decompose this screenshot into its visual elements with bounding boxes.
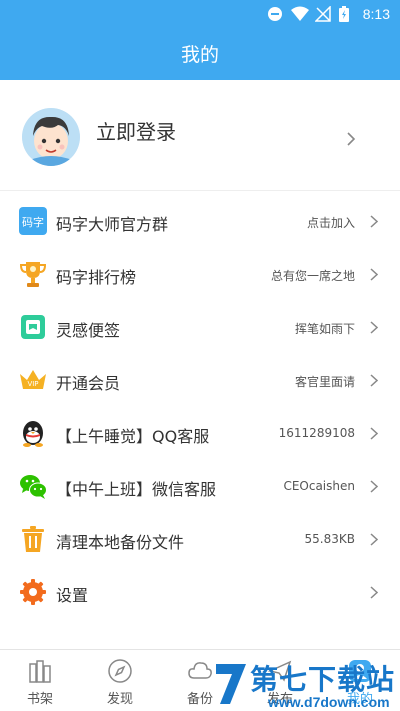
settings-menu: 码字 码字大师官方群 点击加入 码字排行榜 总有您一席之地 灵感便签 挥笔如雨下… <box>0 195 400 619</box>
svg-text:VIP: VIP <box>27 380 38 388</box>
menu-label: 【中午上班】微信客服 <box>56 480 217 499</box>
watermark-url: www.d7down.com <box>268 694 390 710</box>
vip-crown-icon: VIP <box>18 365 48 395</box>
menu-value: 1611289108 <box>278 426 355 440</box>
app-header: 8:13 我的 <box>0 0 400 80</box>
chevron-right-icon <box>370 268 378 281</box>
menu-label: 设置 <box>56 586 89 605</box>
svg-text:码字: 码字 <box>22 215 44 229</box>
menu-label: 码字大师官方群 <box>56 215 169 234</box>
tab-label: 发现 <box>106 692 133 707</box>
divider <box>0 190 400 191</box>
chevron-right-icon <box>370 321 378 334</box>
chevron-right-icon <box>346 132 356 146</box>
tab-discover[interactable]: 发现 <box>95 658 145 707</box>
menu-item-settings[interactable]: 设置 <box>0 566 400 619</box>
menu-label: 清理本地备份文件 <box>56 533 185 552</box>
menu-item-clear-backup[interactable]: 清理本地备份文件 55.83KB <box>0 513 400 566</box>
chevron-right-icon <box>370 215 378 228</box>
bookshelf-icon <box>27 658 53 684</box>
avatar[interactable] <box>22 108 80 166</box>
compass-icon <box>107 658 133 684</box>
status-time: 8:13 <box>362 6 390 22</box>
menu-item-inspiration-notes[interactable]: 灵感便签 挥笔如雨下 <box>0 301 400 354</box>
tab-bookshelf[interactable]: 书架 <box>15 658 65 707</box>
menu-value: 总有您一席之地 <box>270 269 355 283</box>
menu-item-qq-support[interactable]: 【上午睡觉】QQ客服 1611289108 <box>0 407 400 460</box>
wechat-icon <box>18 471 48 501</box>
watermark-title: 第七下载站 <box>250 663 396 696</box>
menu-value: 点击加入 <box>306 216 355 230</box>
minus-circle-icon <box>267 6 283 22</box>
wifi-icon <box>290 6 309 22</box>
menu-item-vip[interactable]: VIP 开通会员 客官里面请 <box>0 354 400 407</box>
menu-label: 码字排行榜 <box>56 268 137 287</box>
chevron-right-icon <box>370 586 378 599</box>
status-bar: 8:13 <box>267 4 390 24</box>
settings-icon <box>18 577 48 607</box>
menu-item-official-group[interactable]: 码字 码字大师官方群 点击加入 <box>0 195 400 248</box>
trophy-icon <box>18 259 48 289</box>
qq-icon <box>18 418 48 448</box>
battery-icon <box>338 6 355 22</box>
chevron-right-icon <box>370 480 378 493</box>
trash-icon <box>18 524 48 554</box>
menu-value: 挥笔如雨下 <box>294 322 355 336</box>
menu-value: CEOcaishen <box>283 479 355 493</box>
chevron-right-icon <box>370 374 378 387</box>
group-icon: 码字 <box>18 206 48 236</box>
menu-item-wechat-support[interactable]: 【中午上班】微信客服 CEOcaishen <box>0 460 400 513</box>
chevron-right-icon <box>370 427 378 440</box>
menu-label: 【上午睡觉】QQ客服 <box>56 427 210 446</box>
watermark: 第七下载站 www.d7down.com <box>210 654 400 711</box>
page-title: 我的 <box>180 44 219 66</box>
tab-label: 书架 <box>26 692 53 707</box>
chevron-right-icon <box>370 533 378 546</box>
login-label[interactable]: 立即登录 <box>96 116 176 145</box>
menu-label: 灵感便签 <box>56 321 121 340</box>
watermark-logo-icon <box>216 664 246 704</box>
menu-value: 客官里面请 <box>294 375 355 389</box>
menu-item-ranking[interactable]: 码字排行榜 总有您一席之地 <box>0 248 400 301</box>
menu-label: 开通会员 <box>56 374 121 393</box>
menu-value: 55.83KB <box>304 532 355 546</box>
signal-icon <box>313 5 331 22</box>
login-row[interactable]: 立即登录 <box>0 80 400 190</box>
note-icon <box>18 312 48 342</box>
